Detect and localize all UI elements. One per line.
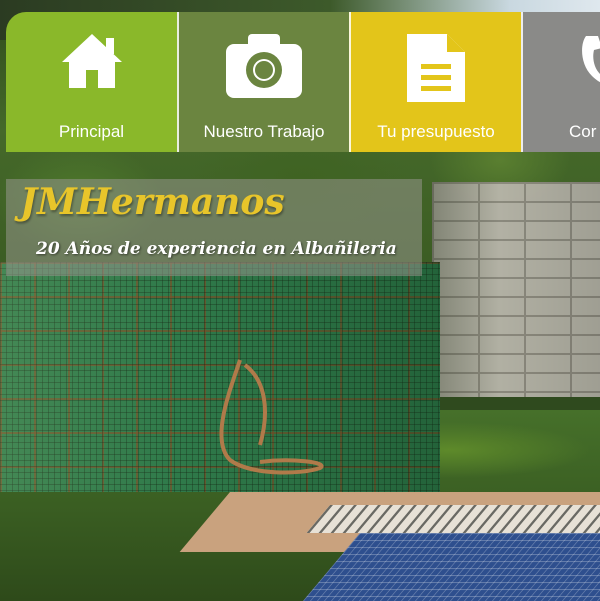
nav-label-contacto: Cor xyxy=(569,122,597,141)
home-icon xyxy=(58,30,126,95)
nav-tile-principal[interactable]: Principal xyxy=(6,12,177,152)
camera-icon xyxy=(224,30,304,105)
brand-box: JMHermanos 20 Años de experiencia en Alb… xyxy=(6,179,422,276)
brand-subtitle: 20 Años de experiencia en Albañileria xyxy=(36,239,397,259)
pool-tile-border xyxy=(306,505,600,533)
document-icon xyxy=(403,30,469,111)
nav-tile-contacto[interactable]: Cor xyxy=(521,12,600,152)
nav-label-principal: Principal xyxy=(58,122,125,141)
main-nav: Principal Nuestro Trabajo Tu presupuesto xyxy=(6,12,600,152)
nav-label-nuestro-trabajo: Nuestro Trabajo xyxy=(203,122,325,141)
nav-tile-nuestro-trabajo[interactable]: Nuestro Trabajo xyxy=(177,12,349,152)
phone-icon xyxy=(578,30,600,95)
nav-tile-tu-presupuesto[interactable]: Tu presupuesto xyxy=(349,12,521,152)
brand-title: JMHermanos xyxy=(20,181,285,223)
nav-label-tu-presupuesto: Tu presupuesto xyxy=(377,122,495,141)
garden-hose xyxy=(219,359,324,475)
